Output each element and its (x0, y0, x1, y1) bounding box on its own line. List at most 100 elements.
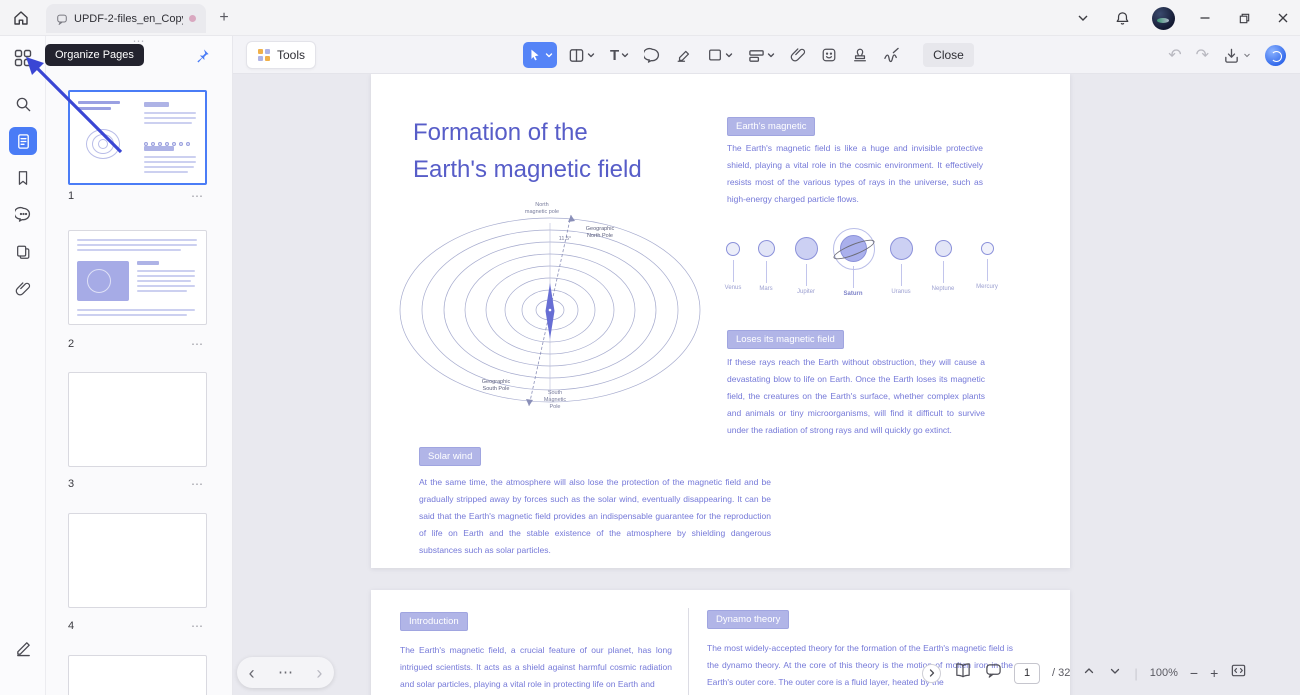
status-controls: / 32 | 100% − + (922, 658, 1247, 688)
page-thumbnail-4[interactable] (68, 513, 207, 608)
text-tool-glyph: T (610, 47, 619, 64)
label-axis-angle: 11.5° (553, 236, 577, 243)
label-north-magnetic-pole: North magnetic pole (511, 202, 573, 216)
zoom-in-icon[interactable]: + (1210, 665, 1218, 681)
notifications-bell-icon[interactable] (1113, 9, 1131, 27)
undo-icon[interactable]: ↶ (1168, 45, 1181, 65)
page-thumbnail-3[interactable] (68, 372, 207, 467)
page-title: Formation of the Earth's magnetic field (413, 114, 665, 188)
previous-page-icon[interactable] (1082, 664, 1096, 683)
close-window-button[interactable] (1274, 9, 1292, 27)
page-thumbnail-5[interactable] (68, 655, 207, 695)
label-geographic-north-pole: Geographic North Pole (571, 226, 629, 240)
more-icon[interactable]: ⋯ (187, 477, 207, 491)
save-button[interactable] (1223, 47, 1251, 64)
attachments-paperclip-icon[interactable] (9, 275, 37, 303)
tab-title: UPDF-2-files_en_Copy (74, 13, 183, 25)
next-chevron-icon[interactable]: › (316, 664, 322, 682)
page-number-label: 4 (68, 620, 74, 632)
pin-panel-icon[interactable] (195, 48, 210, 68)
mini-diagram (98, 139, 108, 149)
home-icon[interactable] (12, 9, 30, 27)
page-thumbnail-1[interactable] (68, 90, 207, 185)
titlebar: UPDF-2-files_en_Copy + (0, 0, 1300, 36)
organize-pages-tooltip: Organize Pages (45, 44, 144, 66)
expand-panel-icon[interactable] (922, 664, 941, 683)
page-thumbnails-icon[interactable] (9, 127, 37, 155)
label-south-magnetic-pole: South Magnetic Pole (531, 390, 579, 411)
comments-icon[interactable] (9, 200, 37, 228)
tool-group: T (523, 41, 974, 69)
redo-icon[interactable]: ↷ (1196, 45, 1209, 65)
divider: | (1134, 666, 1137, 681)
column-divider (688, 608, 689, 695)
view-mode-tool[interactable] (564, 42, 599, 68)
chevron-down-icon[interactable] (1074, 9, 1092, 27)
page-number-label: 3 (68, 478, 74, 490)
more-icon[interactable]: ⋯ (278, 665, 293, 680)
mini-title-bar (78, 101, 120, 104)
main-toolbar: Tools T (233, 36, 1300, 74)
minimize-button[interactable] (1196, 9, 1214, 27)
thumbnail-1-row: 1 ⋯ (68, 188, 207, 204)
section-badge-earths-magnetic: Earth's magnetic (727, 117, 815, 136)
close-tools-button[interactable]: Close (923, 43, 974, 67)
sticker-tool[interactable] (817, 42, 841, 68)
page-total-label: / 32 (1052, 667, 1070, 679)
tools-grid-icon (257, 48, 271, 62)
more-icon[interactable]: ⋯ (187, 619, 207, 633)
fit-page-icon[interactable] (1230, 662, 1247, 684)
signature-tool[interactable] (879, 42, 904, 68)
more-icon[interactable]: ⋯ (187, 189, 207, 203)
more-icon[interactable]: ⋯ (187, 337, 207, 351)
mini-title-bar (78, 107, 111, 110)
shape-tool[interactable] (703, 42, 737, 68)
tab-doc-icon (56, 13, 68, 25)
planet-jupiter: Jupiter (782, 234, 830, 295)
label-geographic-south-pole: Geographic South Pole (467, 379, 525, 393)
paragraph-loses-magnetic-field: If these rays reach the Earth without ob… (727, 354, 985, 439)
zoom-out-icon[interactable]: − (1190, 665, 1198, 681)
section-badge-introduction: Introduction (400, 612, 468, 631)
page-number-input[interactable] (1014, 663, 1040, 684)
planet-neptune: Neptune (919, 234, 967, 292)
highlighter-tool[interactable] (672, 42, 696, 68)
thumbnail-2-row: 2 ⋯ (68, 336, 207, 352)
unsaved-dot-icon (189, 15, 196, 22)
pdf-page-1: Formation of the Earth's magnetic field … (371, 74, 1070, 568)
thumbnail-4-row: 4 ⋯ (68, 618, 207, 634)
thumbnail-nav-pill: ‹ ⋯ › (237, 657, 334, 688)
thumbnail-panel: ⋯ 1 ⋯ (46, 36, 233, 695)
save-icon (1223, 47, 1240, 64)
restore-window-button[interactable] (1235, 9, 1253, 27)
page-number-label: 2 (68, 338, 74, 350)
page-layout-icon[interactable] (953, 662, 973, 684)
mini-badge (137, 261, 159, 265)
mini-badge (144, 146, 174, 151)
organize-pages-icon[interactable] (9, 44, 37, 72)
comment-panel-icon[interactable] (985, 662, 1002, 684)
section-badge-dynamo-theory: Dynamo theory (707, 610, 789, 629)
search-icon[interactable] (9, 90, 37, 118)
section-badge-solar-wind: Solar wind (419, 447, 481, 466)
ai-assistant-icon[interactable] (1265, 45, 1286, 66)
comment-tool[interactable] (640, 42, 665, 68)
tools-button[interactable]: Tools (246, 41, 316, 69)
pages-copy-icon[interactable] (9, 238, 37, 266)
page-thumbnail-2[interactable] (68, 230, 207, 325)
sign-pen-icon[interactable] (9, 634, 37, 662)
next-page-icon[interactable] (1108, 664, 1122, 683)
form-field-tool[interactable] (744, 42, 779, 68)
prev-chevron-icon[interactable]: ‹ (249, 664, 255, 682)
new-tab-button[interactable]: + (214, 8, 234, 28)
attach-file-tool[interactable] (786, 42, 810, 68)
text-tool[interactable]: T (606, 42, 633, 68)
page-number-label: 1 (68, 190, 74, 202)
thumbnail-3-row: 3 ⋯ (68, 476, 207, 492)
bookmarks-icon[interactable] (9, 164, 37, 192)
user-avatar[interactable] (1152, 7, 1175, 30)
stamp-tool[interactable] (848, 42, 872, 68)
paragraph-introduction: The Earth's magnetic field, a crucial fe… (400, 642, 672, 693)
select-tool[interactable] (523, 42, 557, 68)
document-tab[interactable]: UPDF-2-files_en_Copy (46, 4, 206, 33)
